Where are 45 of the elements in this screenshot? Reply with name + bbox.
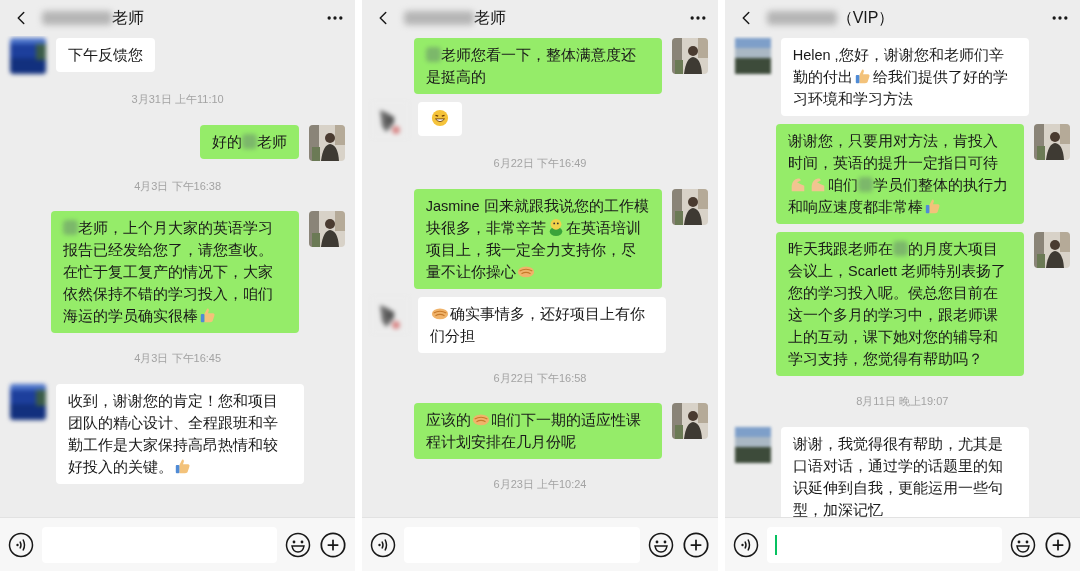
redacted-text bbox=[42, 11, 112, 25]
timestamp: 3月31日 上午11:10 bbox=[131, 92, 224, 107]
redacted-text bbox=[858, 177, 873, 192]
message-bubble: 下午反馈您 bbox=[56, 38, 155, 72]
input-field[interactable] bbox=[766, 526, 1002, 563]
thumbs-up-icon bbox=[924, 197, 942, 215]
timestamp: 6月23日 上午10:24 bbox=[493, 477, 587, 492]
message-bubble: 应该的 咱们下一期的适应性课程计划安排在几月份呢 bbox=[413, 403, 662, 459]
chat-title: 老师 bbox=[474, 8, 507, 28]
timestamp: 6月22日 下午16:58 bbox=[493, 370, 587, 386]
message-bubble: 老师您看一下，整体满意度还是挺高的 bbox=[413, 38, 662, 94]
grinning-face-icon bbox=[431, 109, 450, 127]
emoji-icon[interactable] bbox=[285, 531, 312, 558]
plus-icon[interactable] bbox=[681, 530, 710, 559]
message-bubble: 好的 老师 bbox=[200, 124, 300, 159]
message-bubble: 收到，谢谢您的肯定！您和项目团队的精心设计、全程跟班和辛勤工作是大家保持高昂热情和较好投入的关键。 bbox=[56, 383, 304, 484]
message-bubble: 确实事情多，还好项目上有你们分担 bbox=[418, 296, 667, 353]
timestamp: 8月11日 晚上19:07 bbox=[856, 394, 949, 409]
redacted-text bbox=[425, 47, 441, 62]
message-bubble: 谢谢您，只要用对方法，肯投入时间，英语的提升一定指日可待 咱们 学员们整体的执行力和响应速度都非常棒 bbox=[776, 124, 1024, 224]
emoji-icon[interactable] bbox=[1010, 531, 1036, 558]
timestamp: 6月22日 下午16:49 bbox=[493, 156, 587, 171]
voice-icon[interactable] bbox=[8, 531, 34, 558]
message-bubble: Helen ,您好，谢谢您和老师们辛勤的付出 给我们提供了好的学习环境和学习方法 bbox=[780, 38, 1029, 116]
redacted-text bbox=[404, 11, 475, 25]
redacted-text bbox=[766, 11, 837, 25]
message-bubble: 谢谢，我觉得很有帮助，尤其是口语对话，通过学的话题里的知识延伸到自我，更能运用一些句型，加深记忆 bbox=[780, 426, 1029, 517]
flexed-arm-icon bbox=[789, 175, 807, 193]
redacted-text bbox=[63, 220, 79, 235]
message-bubble: Jasmine 回来就跟我说您的工作模块很多，非常辛苦 在英语培训项目上，我一定全力支持你，尽量不让你操心 bbox=[413, 188, 662, 289]
timestamp: 4月3日 下午16:38 bbox=[134, 178, 222, 194]
redacted-text bbox=[242, 133, 258, 149]
chat-title: （VIP） bbox=[836, 8, 895, 28]
flexed-arm-icon bbox=[809, 175, 827, 193]
emoji-icon[interactable] bbox=[647, 531, 674, 558]
voice-icon[interactable] bbox=[732, 531, 759, 558]
redacted-text bbox=[893, 241, 908, 256]
timestamp: 4月3日 下午16:45 bbox=[134, 351, 222, 366]
chat-title: 老师 bbox=[112, 8, 144, 28]
message-bubble: 老师，上个月大家的英语学习报告已经发给您了，请您查收。在忙于复工复产的情况下，大家依然保持不错的学习投入，咱们海运的学员确实很棒 bbox=[51, 211, 300, 333]
plus-icon[interactable] bbox=[1044, 530, 1072, 559]
thumbs-up-icon bbox=[853, 67, 872, 85]
message-bubble: 昨天我跟老师在 的月度大项目会议上，Scarlett 老师特别表扬了您的学习投入呢。侯总您目前在这一个多月的学习中，跟老师课上的互动，课下她对您的辅导和学习支持，您觉得有帮助吗？ bbox=[776, 232, 1024, 376]
voice-icon[interactable] bbox=[370, 531, 397, 558]
plus-icon[interactable] bbox=[319, 530, 348, 559]
